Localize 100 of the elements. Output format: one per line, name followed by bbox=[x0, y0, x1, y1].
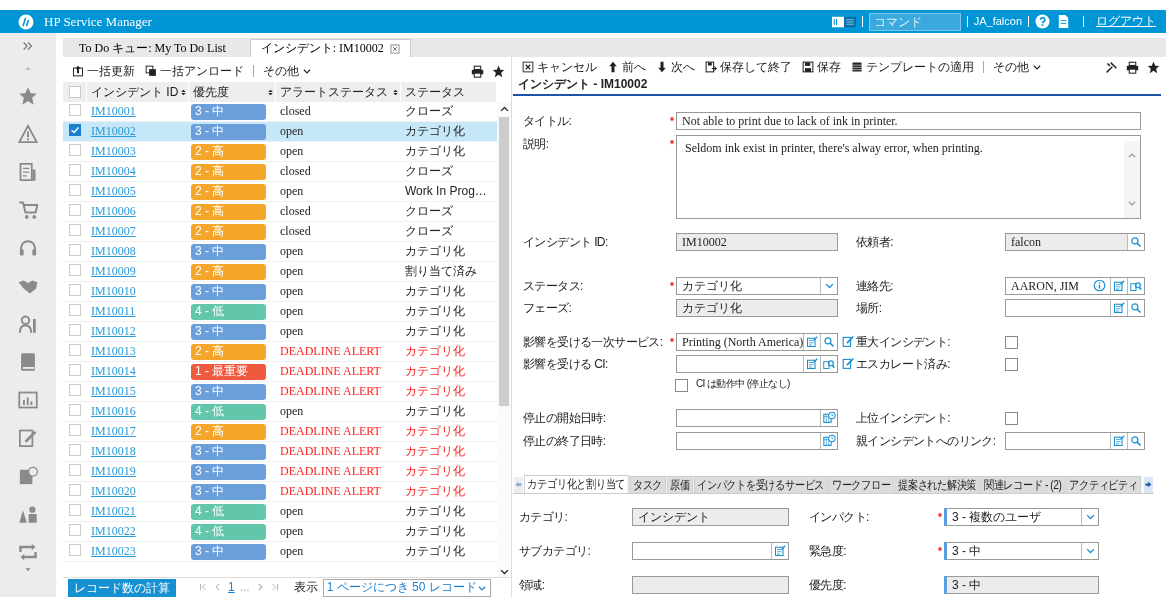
column-header[interactable]: 優先度 bbox=[193, 84, 229, 100]
priority-tag: 3 - 中 bbox=[191, 383, 266, 400]
table-cell-text: カテゴリ化 bbox=[404, 444, 466, 459]
column-header[interactable]: インシデント ID bbox=[91, 84, 179, 100]
table-row[interactable]: IM10018 3 - 中 DEADLINE ALERT カテゴリ化 bbox=[63, 442, 497, 462]
dropdown[interactable]: 3 - 中 bbox=[944, 541, 1099, 560]
table-row[interactable]: IM10004 2 - 高 closed クローズ bbox=[63, 162, 497, 182]
table-cell-text: カテゴリ化 bbox=[404, 464, 466, 479]
tab[interactable]: カテゴリ化と割り当て bbox=[524, 474, 629, 493]
table-cell-text: カテゴリ化 bbox=[404, 364, 466, 379]
table-row[interactable]: IM10019 3 - 中 DEADLINE ALERT カテゴリ化 bbox=[63, 462, 497, 482]
text-area[interactable]: Seldom ink exist in printer, there's alway error, when printing. bbox=[676, 134, 1141, 219]
tab[interactable]: To Do キュー: My To Do List bbox=[69, 39, 236, 57]
table-row[interactable]: IM10003 2 - 高 open カテゴリ化 bbox=[63, 142, 497, 162]
text-field[interactable]: Not able to print due to lack of ink in printer. bbox=[676, 111, 1141, 130]
table-cell-text: closed bbox=[279, 164, 312, 179]
tab[interactable]: インパクトを受けるサービス bbox=[693, 475, 828, 493]
table-cell-text: カテゴリ化 bbox=[404, 404, 466, 419]
toolbar-button[interactable]: その他 bbox=[260, 63, 315, 79]
toolbar-button[interactable]: キャンセル bbox=[519, 60, 600, 75]
tab[interactable]: アクティビティ bbox=[1065, 475, 1141, 493]
toolbar-button[interactable]: 一括アンロード bbox=[142, 63, 247, 79]
table-cell-text: closed bbox=[279, 224, 312, 239]
field-label: 連絡先: bbox=[856, 277, 894, 294]
table-row[interactable]: IM10005 2 - 高 open Work In Prog… bbox=[63, 182, 497, 202]
priority-tag: 2 - 高 bbox=[191, 203, 266, 220]
column-header[interactable]: アラートステータス bbox=[280, 84, 388, 100]
lookup-field[interactable]: AARON, JIM bbox=[1005, 276, 1145, 295]
dropdown[interactable]: カテゴリ化 bbox=[676, 276, 838, 295]
toolbar-button[interactable]: 保存して終了 bbox=[702, 60, 795, 75]
priority-tag: 4 - 低 bbox=[191, 523, 266, 540]
priority-tag: 2 - 高 bbox=[191, 343, 266, 360]
toolbar-button[interactable]: 一括更新 bbox=[69, 63, 138, 79]
table-cell-text: 割り当て済み bbox=[404, 264, 478, 279]
field-label: ステータス: bbox=[523, 277, 584, 294]
priority-tag: 3 - 中 bbox=[191, 463, 266, 480]
table-row[interactable]: IM10021 4 - 低 open カテゴリ化 bbox=[63, 502, 497, 522]
read-only-field: インシデント bbox=[632, 507, 789, 526]
toolbar-button[interactable]: 保存 bbox=[799, 60, 844, 75]
priority-tag: 2 - 高 bbox=[191, 263, 266, 280]
table-cell-text: open bbox=[279, 124, 305, 139]
toolbar-button[interactable]: 前へ bbox=[604, 60, 649, 75]
field-label: 説明: bbox=[523, 135, 550, 152]
table-row[interactable]: IM10017 2 - 高 DEADLINE ALERT カテゴリ化 bbox=[63, 422, 497, 442]
table-cell-text: open bbox=[279, 504, 305, 519]
priority-tag: 4 - 低 bbox=[191, 303, 266, 320]
tab[interactable]: 提案された解決策 bbox=[894, 475, 980, 493]
table-cell-text: カテゴリ化 bbox=[404, 384, 466, 399]
tab[interactable]: タスク bbox=[629, 475, 666, 493]
display-label: 表示 bbox=[293, 580, 318, 595]
table-cell-text: DEADLINE ALERT bbox=[279, 384, 382, 399]
priority-tag: 3 - 中 bbox=[191, 123, 266, 140]
priority-tag: 4 - 低 bbox=[191, 503, 266, 520]
table-cell-text: カテゴリ化 bbox=[404, 484, 466, 499]
page-size-select[interactable]: 1 ページにつき 50 レコード bbox=[322, 578, 491, 597]
table-row[interactable]: IM10009 2 - 高 open 割り当て済み bbox=[63, 262, 497, 282]
field-label: インパクト: bbox=[809, 508, 870, 525]
column-header[interactable]: ステータス bbox=[405, 84, 465, 100]
table-row[interactable]: IM10012 3 - 中 open カテゴリ化 bbox=[63, 322, 497, 342]
field-label: タイトル: bbox=[523, 112, 573, 129]
table-row[interactable]: IM10002 3 - 中 open カテゴリ化 bbox=[63, 122, 497, 142]
tab[interactable]: 関連レコード - (2) bbox=[980, 475, 1065, 493]
field-label: 親インシデントへのリンク: bbox=[856, 432, 997, 449]
priority-tag: 2 - 高 bbox=[191, 143, 266, 160]
table-row[interactable]: IM10015 3 - 中 DEADLINE ALERT カテゴリ化 bbox=[63, 382, 497, 402]
priority-tag: 1 - 最重要 bbox=[191, 363, 266, 380]
table-cell-text: カテゴリ化 bbox=[404, 124, 466, 139]
table-row[interactable]: IM10022 4 - 低 open カテゴリ化 bbox=[63, 522, 497, 542]
table-row[interactable]: IM10023 3 - 中 open カテゴリ化 bbox=[63, 542, 497, 562]
tab[interactable]: 原価 bbox=[666, 475, 693, 493]
table-row[interactable]: IM10008 3 - 中 open カテゴリ化 bbox=[63, 242, 497, 262]
table-cell-text: クローズ bbox=[404, 104, 454, 119]
table-cell-text: クローズ bbox=[404, 224, 454, 239]
table-cell-text: open bbox=[279, 264, 305, 279]
table-row[interactable]: IM10006 2 - 高 closed クローズ bbox=[63, 202, 497, 222]
tab[interactable]: インシデント: IM10002 bbox=[249, 39, 411, 57]
lookup-field[interactable]: falcon bbox=[1005, 232, 1145, 251]
priority-tag: 2 - 高 bbox=[191, 423, 266, 440]
table-row[interactable]: IM10011 4 - 低 open カテゴリ化 bbox=[63, 302, 497, 322]
table-row[interactable]: IM10016 4 - 低 open カテゴリ化 bbox=[63, 402, 497, 422]
dropdown[interactable]: 3 - 複数のユーザ bbox=[944, 507, 1099, 526]
table-row[interactable]: IM10007 2 - 高 closed クローズ bbox=[63, 222, 497, 242]
table-cell-text: カテゴリ化 bbox=[404, 344, 466, 359]
field-label: 停止の開始日時: bbox=[523, 409, 607, 426]
page-link[interactable]: 1 bbox=[228, 580, 235, 595]
read-only-field: IM10002 bbox=[676, 232, 838, 251]
toolbar-button[interactable]: 次へ bbox=[653, 60, 698, 75]
table-cell-text: クローズ bbox=[404, 204, 454, 219]
table-row[interactable]: IM10013 2 - 高 DEADLINE ALERT カテゴリ化 bbox=[63, 342, 497, 362]
priority-tag: 3 - 中 bbox=[191, 323, 266, 340]
toolbar-button[interactable]: テンプレートの適用 bbox=[848, 60, 977, 75]
table-row[interactable]: IM10010 3 - 中 open カテゴリ化 bbox=[63, 282, 497, 302]
form-title: インシデント - IM10002 bbox=[513, 74, 1161, 96]
priority-tag: 4 - 低 bbox=[191, 403, 266, 420]
table-row[interactable]: IM10014 1 - 最重要 DEADLINE ALERT カテゴリ化 bbox=[63, 362, 497, 382]
toolbar-button[interactable]: その他 bbox=[990, 60, 1045, 75]
command-field[interactable]: コマンド bbox=[868, 12, 961, 31]
table-row[interactable]: IM10020 3 - 中 DEADLINE ALERT カテゴリ化 bbox=[63, 482, 497, 502]
lookup-field[interactable]: Printing (North America) bbox=[676, 332, 838, 351]
tab[interactable]: ワークフロー bbox=[828, 475, 894, 493]
